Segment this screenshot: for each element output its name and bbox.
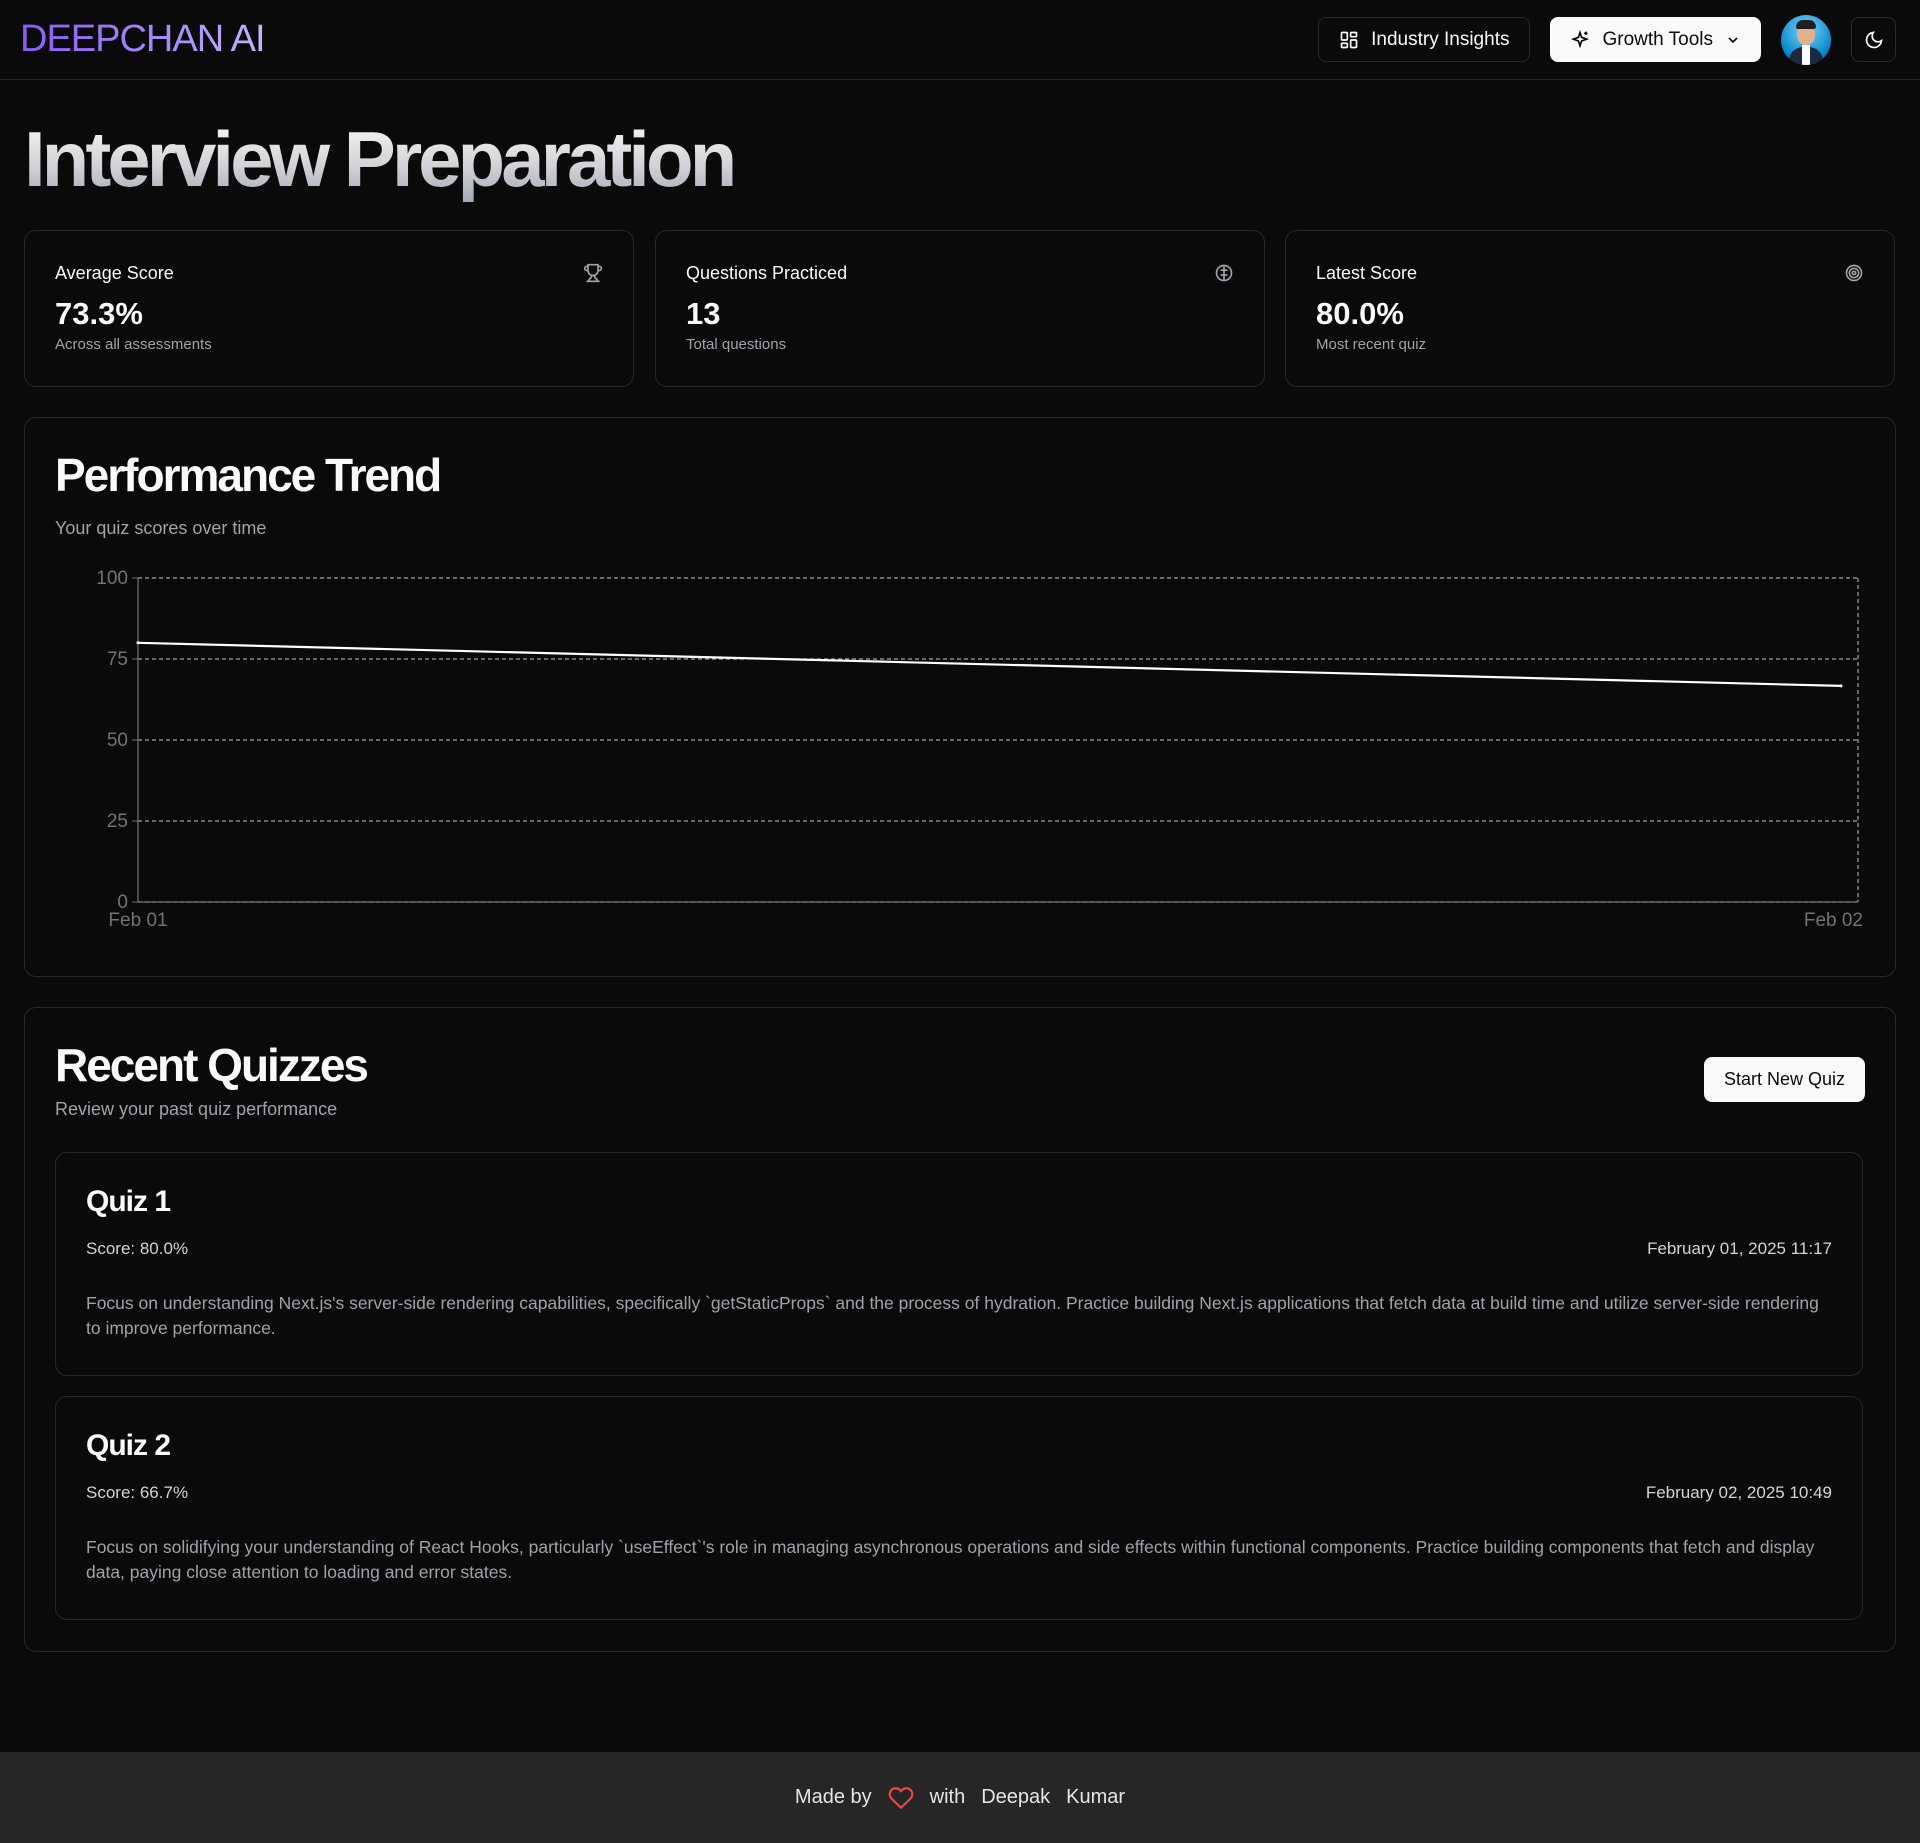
section-subtitle: Review your past quiz performance	[55, 1099, 338, 1119]
chevron-down-icon	[1728, 36, 1738, 43]
stat-subtext: Total questions	[686, 336, 787, 353]
stat-label: Questions Practiced	[686, 263, 848, 283]
nav-actions: Industry Insights Growth Tools	[1318, 14, 1896, 65]
y-tick-label: 100	[96, 568, 128, 589]
target-icon	[1845, 264, 1863, 282]
stat-card-average-score: Average Score 73.3% Across all assessmen…	[24, 230, 634, 387]
sparkles-icon	[1571, 29, 1590, 49]
stat-value: 73.3%	[55, 296, 143, 331]
section-title: Recent Quizzes	[55, 1039, 369, 1091]
made-by-text: Made by	[794, 1786, 872, 1808]
start-new-quiz-button[interactable]: Start New Quiz	[1703, 1057, 1865, 1102]
quiz-score: Score: 80.0%	[86, 1239, 189, 1258]
author-last-name[interactable]: Kumar	[1066, 1786, 1125, 1809]
stat-card-latest-score: Latest Score 80.0% Most recent quiz	[1285, 230, 1895, 387]
x-tick-label: Feb 01	[108, 910, 167, 931]
stat-value: 80.0%	[1316, 296, 1404, 331]
x-tick-label: Feb 02	[1804, 910, 1863, 931]
quiz-score: Score: 66.7%	[86, 1483, 189, 1502]
y-tick-label: 75	[107, 649, 128, 670]
top-nav: DEEPCHAN AI Industry Insights Growth Too…	[0, 0, 1920, 80]
dashboard-icon	[1340, 31, 1358, 48]
author-first-name[interactable]: Deepak	[981, 1786, 1050, 1809]
quiz-date: February 01, 2025 11:17	[1647, 1239, 1832, 1258]
quiz-title: Quiz 2	[86, 1429, 171, 1462]
performance-line-chart: 0255075100Feb 01 Feb 02	[96, 568, 1863, 931]
industry-insights-button[interactable]: Industry Insights	[1318, 17, 1531, 62]
theme-toggle-button[interactable]	[1851, 17, 1896, 62]
industry-insights-label: Industry Insights	[1371, 28, 1510, 50]
quiz-card[interactable]: Quiz 1 Score: 80.0% February 01, 2025 11…	[55, 1152, 1863, 1376]
user-avatar[interactable]	[1781, 14, 1831, 65]
with-text: with	[929, 1786, 966, 1808]
y-tick-label: 25	[107, 811, 128, 832]
stat-subtext: Most recent quiz	[1316, 336, 1427, 353]
stat-subtext: Across all assessments	[55, 336, 212, 353]
performance-trend-card: Performance Trend Your quiz scores over …	[24, 417, 1896, 977]
app-logo[interactable]: DEEPCHAN AI	[20, 18, 266, 61]
growth-tools-dropdown[interactable]: Growth Tools	[1550, 17, 1761, 62]
quiz-date: February 02, 2025 10:49	[1645, 1483, 1832, 1502]
score-series-line	[137, 641, 1842, 687]
quiz-title: Quiz 1	[86, 1185, 171, 1218]
footer: Made by with Deepak Kumar	[0, 1752, 1920, 1843]
moon-icon	[1865, 30, 1883, 48]
stat-label: Latest Score	[1316, 263, 1418, 283]
quiz-card[interactable]: Quiz 2 Score: 66.7% February 02, 2025 10…	[55, 1396, 1863, 1620]
data-point	[136, 641, 140, 645]
growth-tools-label: Growth Tools	[1602, 28, 1713, 50]
stat-label: Average Score	[55, 263, 174, 283]
brain-icon	[1215, 264, 1233, 282]
stat-value: 13	[686, 296, 721, 331]
data-point	[1839, 684, 1843, 688]
stat-card-questions-practiced: Questions Practiced 13 Total questions	[655, 230, 1265, 387]
y-tick-label: 50	[107, 730, 128, 751]
heart-icon	[888, 1786, 913, 1809]
trophy-icon	[583, 263, 603, 283]
quiz-feedback: Focus on solidifying your understanding …	[86, 1537, 1815, 1582]
page-title: Interview Preparation	[24, 112, 737, 207]
recent-quizzes-card: Recent Quizzes Review your past quiz per…	[24, 1007, 1896, 1652]
quiz-feedback: Focus on understanding Next.js's server-…	[86, 1293, 1819, 1338]
